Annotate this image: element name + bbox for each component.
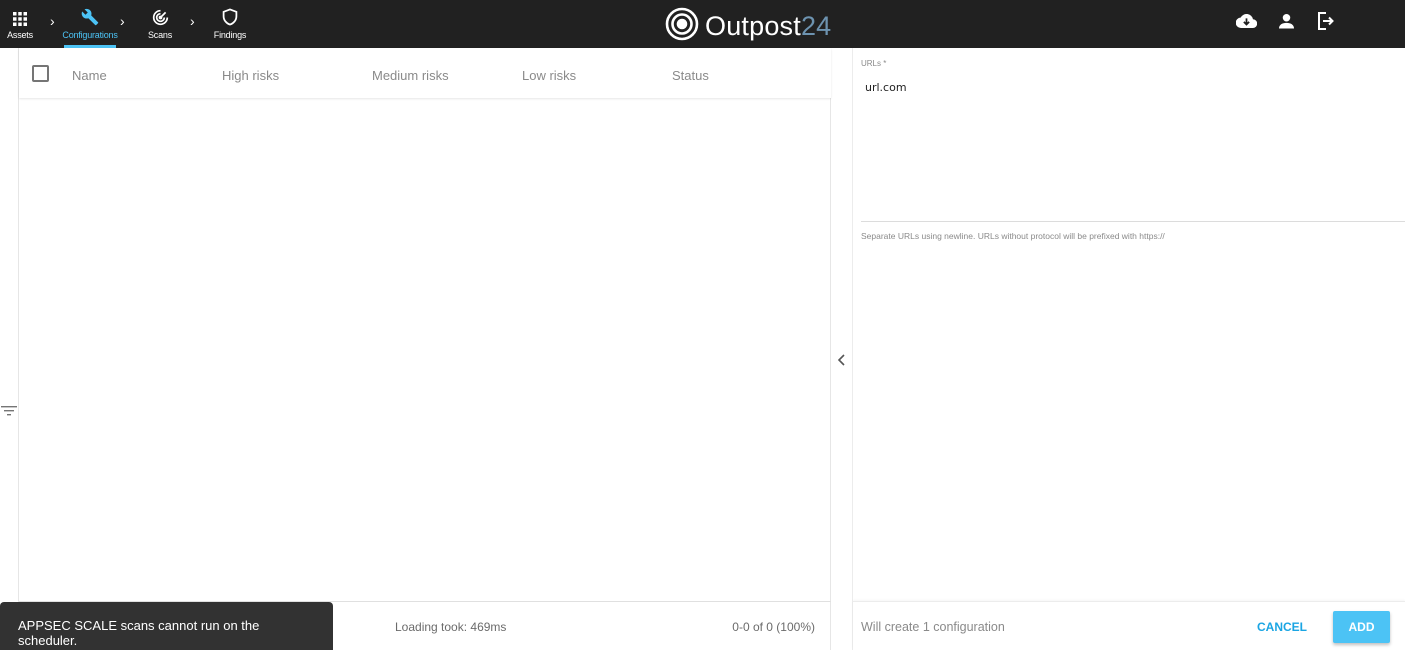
urls-label: URLs * xyxy=(861,59,887,68)
create-summary: Will create 1 configuration xyxy=(861,620,1005,634)
add-configuration-panel: URLs * url.com Separate URLs using newli… xyxy=(853,48,1405,650)
nav-scans-label: Scans xyxy=(147,30,172,40)
breadcrumb-chevron-icon: › xyxy=(50,13,55,29)
cancel-button[interactable]: CANCEL xyxy=(1245,612,1319,642)
table-header: Name High risks Medium risks Low risks S… xyxy=(19,48,831,98)
column-name[interactable]: Name xyxy=(72,68,107,83)
panel-toggle-strip xyxy=(832,48,853,650)
snackbar-toast: APPSEC SCALE scans cannot run on the sch… xyxy=(0,602,333,650)
radar-icon xyxy=(152,0,169,28)
collapse-panel-button[interactable] xyxy=(836,353,848,372)
column-status[interactable]: Status xyxy=(672,68,709,83)
brand-number: 24 xyxy=(800,11,832,41)
download-button[interactable] xyxy=(1235,12,1257,34)
select-all-checkbox[interactable] xyxy=(32,65,49,82)
logout-icon xyxy=(1317,11,1335,35)
cloud-download-icon xyxy=(1235,13,1257,34)
filter-strip xyxy=(0,48,19,650)
nav-assets[interactable]: Assets xyxy=(4,0,36,48)
chevron-left-icon xyxy=(836,354,848,371)
urls-input[interactable]: url.com xyxy=(861,78,1405,222)
loading-time: Loading took: 469ms xyxy=(395,620,507,634)
column-medium-risks[interactable]: Medium risks xyxy=(372,68,449,83)
shield-icon xyxy=(222,0,238,28)
pagination-info: 0-0 of 0 (100%) xyxy=(732,620,815,634)
urls-hint: Separate URLs using newline. URLs withou… xyxy=(861,231,1165,241)
breadcrumb-chevron-icon: › xyxy=(190,13,195,29)
target-logo-icon xyxy=(665,7,699,46)
account-button[interactable] xyxy=(1275,12,1297,34)
column-low-risks[interactable]: Low risks xyxy=(522,68,576,83)
app-logo: Outpost24 xyxy=(665,7,831,46)
breadcrumb-chevron-icon: › xyxy=(120,13,125,29)
nav-findings-label: Findings xyxy=(213,30,247,40)
filter-icon[interactable] xyxy=(1,404,17,422)
configurations-table: Name High risks Medium risks Low risks S… xyxy=(19,48,831,650)
brand-word: Outpost xyxy=(705,11,801,41)
nav-findings[interactable]: Findings xyxy=(212,0,248,48)
nav-scans[interactable]: Scans xyxy=(144,0,176,48)
toast-message: APPSEC SCALE scans cannot run on the sch… xyxy=(18,618,260,648)
grid-icon xyxy=(13,0,27,28)
nav-configurations-label: Configurations xyxy=(62,30,118,40)
logout-button[interactable] xyxy=(1315,11,1337,35)
brand-name: Outpost24 xyxy=(705,11,831,42)
panel-footer: Will create 1 configuration CANCEL ADD xyxy=(853,601,1405,650)
nav-configurations[interactable]: Configurations xyxy=(62,0,118,48)
top-bar: Assets › Configurations › Scans › Findin… xyxy=(0,0,1405,48)
wrench-icon xyxy=(81,0,99,28)
add-button[interactable]: ADD xyxy=(1333,611,1390,643)
column-high-risks[interactable]: High risks xyxy=(222,68,279,83)
user-icon xyxy=(1278,13,1294,34)
nav-assets-label: Assets xyxy=(7,30,33,40)
